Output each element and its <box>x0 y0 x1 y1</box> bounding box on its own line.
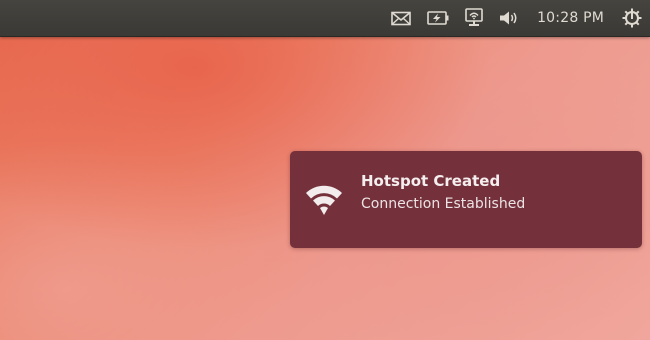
power-gear-icon <box>622 8 642 28</box>
network-indicator[interactable] <box>457 0 491 36</box>
mail-icon <box>391 11 411 25</box>
clock-indicator[interactable]: 10:28 PM <box>527 0 614 36</box>
session-indicator[interactable] <box>614 0 650 36</box>
wifi-icon <box>306 185 342 215</box>
sound-indicator[interactable] <box>491 0 527 36</box>
messaging-indicator[interactable] <box>383 0 419 36</box>
notification-body: Connection Established <box>361 196 526 212</box>
volume-icon <box>500 11 517 25</box>
network-icon <box>465 8 483 26</box>
power-indicator[interactable] <box>419 0 457 36</box>
battery-icon <box>427 11 449 25</box>
notification-title: Hotspot Created <box>361 172 501 190</box>
top-panel: 10:28 PM <box>0 0 650 37</box>
indicator-area: 10:28 PM <box>383 0 650 36</box>
